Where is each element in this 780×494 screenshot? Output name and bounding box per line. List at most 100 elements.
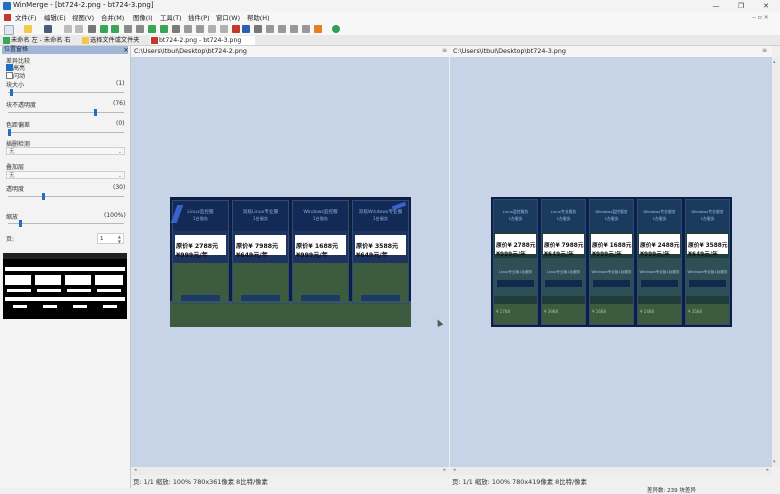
- options-icon[interactable]: [314, 25, 322, 33]
- pane-menu-icon[interactable]: ≡: [442, 47, 447, 54]
- overlay-select[interactable]: 无 ⌄: [6, 171, 125, 179]
- pane-menu-icon[interactable]: ≡: [762, 47, 767, 54]
- opacity-label: 块不透明度: [6, 102, 37, 109]
- menu-image[interactable]: 图像(I): [133, 13, 153, 22]
- diff-block-icon[interactable]: [232, 25, 240, 33]
- scroll-right-icon[interactable]: ▸: [766, 467, 769, 473]
- price-card: Windows专业服务 1台服务 原价¥ 3588元 ¥649元/年 Windo…: [685, 199, 730, 325]
- menu-plugins[interactable]: 插件(P): [188, 13, 210, 22]
- block-size-slider[interactable]: [8, 92, 124, 93]
- blink-checkbox[interactable]: [6, 72, 13, 79]
- scroll-left-icon[interactable]: ◂: [453, 467, 456, 473]
- arrow-left-icon[interactable]: [184, 25, 192, 33]
- tab-unnamed[interactable]: 未命名 左 - 未命名 右: [2, 36, 87, 45]
- menu-file[interactable]: 文件(F): [15, 13, 36, 22]
- block-size-value: (1): [116, 80, 125, 87]
- zoom-label: 缩放: [6, 214, 19, 221]
- arrow-right-icon[interactable]: [196, 25, 204, 33]
- opacity-slider[interactable]: [8, 112, 124, 113]
- overlay-label: 叠加层: [6, 164, 25, 171]
- spin-arrows-icon[interactable]: ▲ ▼: [118, 234, 121, 244]
- price-card: 双核Windows专业服 1台服务 原价¥ 3588元 ¥649元/年: [352, 200, 409, 304]
- price-card: Windows监控服 1台服务 原价¥ 1688元 ¥999元/年: [292, 200, 349, 304]
- scroll-right-icon[interactable]: ▸: [443, 467, 446, 473]
- page-value: 1: [100, 236, 104, 242]
- price-card: Windows监控服务 1台服务 原价¥ 1688元 ¥999元/年 Windo…: [589, 199, 634, 325]
- insertion-detection-select[interactable]: 无 ⌄: [6, 147, 125, 155]
- save-icon[interactable]: [44, 25, 52, 33]
- menu-tools[interactable]: 工具(T): [160, 13, 182, 22]
- tab-image-compare[interactable]: bt724-2.png - bt724-3.png: [150, 36, 255, 45]
- maximize-icon[interactable]: ❐: [729, 0, 753, 12]
- zoom-value: (100%): [104, 212, 126, 219]
- prev-diff-icon[interactable]: [111, 25, 119, 33]
- copy-all-icon[interactable]: [172, 25, 180, 33]
- first-diff-icon[interactable]: [124, 25, 132, 33]
- left-image: Linux监控服 1台服务 原价¥ 2788元 ¥999元/年 双核Linux专…: [170, 197, 411, 327]
- left-horizontal-scrollbar[interactable]: ◂ ▸: [131, 467, 449, 475]
- zoom-icon[interactable]: [254, 25, 262, 33]
- print-icon[interactable]: [88, 25, 96, 33]
- scroll-left-icon[interactable]: ◂: [134, 467, 137, 473]
- minimize-icon[interactable]: —: [704, 0, 728, 12]
- mdi-restore-icon[interactable]: ‒ ▫ ×: [752, 14, 769, 21]
- vertical-scrollbar[interactable]: ▴ ▾: [772, 57, 780, 467]
- app-menu-icon[interactable]: [4, 14, 11, 21]
- opacity-value: (76): [113, 100, 126, 107]
- location-pane-header: 位置窗格: [2, 46, 128, 54]
- price-card: Linux监控服 1台服务 原价¥ 2788元 ¥999元/年: [170, 200, 229, 304]
- zoom-slider-thumb[interactable]: [19, 220, 23, 227]
- copy-right-icon[interactable]: [148, 25, 156, 33]
- location-pane-title: 位置窗格: [4, 46, 29, 53]
- last-diff-icon[interactable]: [136, 25, 144, 33]
- page-next-icon[interactable]: [290, 25, 298, 33]
- menu-help[interactable]: 帮助(H): [247, 13, 270, 22]
- compare-icon: [3, 37, 10, 44]
- copy-left-icon[interactable]: [160, 25, 168, 33]
- scroll-down-icon[interactable]: ▾: [773, 459, 776, 465]
- new-icon[interactable]: [4, 25, 14, 35]
- image-compare-tool-icon[interactable]: [242, 25, 250, 33]
- menu-edit[interactable]: 编辑(E): [44, 13, 66, 22]
- color-tolerance-slider[interactable]: [8, 132, 124, 133]
- transparency-slider[interactable]: [8, 196, 124, 197]
- opacity-slider-thumb[interactable]: [93, 109, 97, 116]
- color-tolerance-slider-thumb[interactable]: [8, 129, 11, 136]
- close-icon[interactable]: ×: [123, 46, 129, 54]
- undo-icon[interactable]: [64, 25, 72, 33]
- menu-view[interactable]: 视图(V): [72, 13, 94, 22]
- right-horizontal-scrollbar[interactable]: ◂ ▸: [450, 467, 772, 475]
- close-icon[interactable]: ✕: [754, 0, 778, 12]
- price-card: 双核Linux专业服 1台服务 原价¥ 7988元 ¥649元/年: [232, 200, 289, 304]
- merge-all-icon[interactable]: [220, 25, 228, 33]
- right-image: Linux监控服务 1台服务 原价¥ 2788元 ¥999元/年 Linux专业…: [491, 197, 732, 327]
- page-first-icon[interactable]: [266, 25, 274, 33]
- next-diff-icon[interactable]: [100, 25, 108, 33]
- tab-label: 未命名 左 - 未命名 右: [11, 37, 71, 44]
- overlay-value: 无: [9, 173, 15, 179]
- block-size-slider-thumb[interactable]: [10, 89, 14, 96]
- zoom-slider[interactable]: [8, 223, 124, 224]
- merge-icon[interactable]: [208, 25, 216, 33]
- diff-count: 差异数: 239 块差异: [647, 488, 696, 494]
- price-card: Windows专业服务 1台服务 原价¥ 2488元 ¥999元/年 Windo…: [637, 199, 682, 325]
- tab-select-files[interactable]: 选择文件或文件夹: [81, 36, 156, 45]
- transparency-slider-thumb[interactable]: [41, 193, 45, 200]
- redo-icon[interactable]: [75, 25, 83, 33]
- open-icon[interactable]: [24, 25, 32, 33]
- tab-label: bt724-2.png - bt724-3.png: [159, 37, 242, 44]
- diff-overview-thumbnail[interactable]: [3, 253, 127, 319]
- price-card: Linux专业服务 1台服务 原价¥ 7988元 ¥649元/年 Linux专业…: [541, 199, 586, 325]
- page-spinner[interactable]: 1 ▲ ▼: [97, 233, 124, 244]
- right-file-path: C:\Users\itbul\Desktop\bt724-3.png: [450, 46, 772, 57]
- page-last-icon[interactable]: [302, 25, 310, 33]
- menu-merge[interactable]: 合并(M): [101, 13, 124, 22]
- color-tolerance-value: (0): [116, 120, 125, 127]
- dropdown-icon[interactable]: [16, 25, 24, 33]
- insertion-detection-value: 无: [9, 149, 15, 155]
- refresh-icon[interactable]: [332, 25, 340, 33]
- highlight-checkbox[interactable]: [6, 64, 13, 71]
- scroll-up-icon[interactable]: ▴: [773, 59, 776, 65]
- page-prev-icon[interactable]: [278, 25, 286, 33]
- menu-window[interactable]: 窗口(W): [216, 13, 240, 22]
